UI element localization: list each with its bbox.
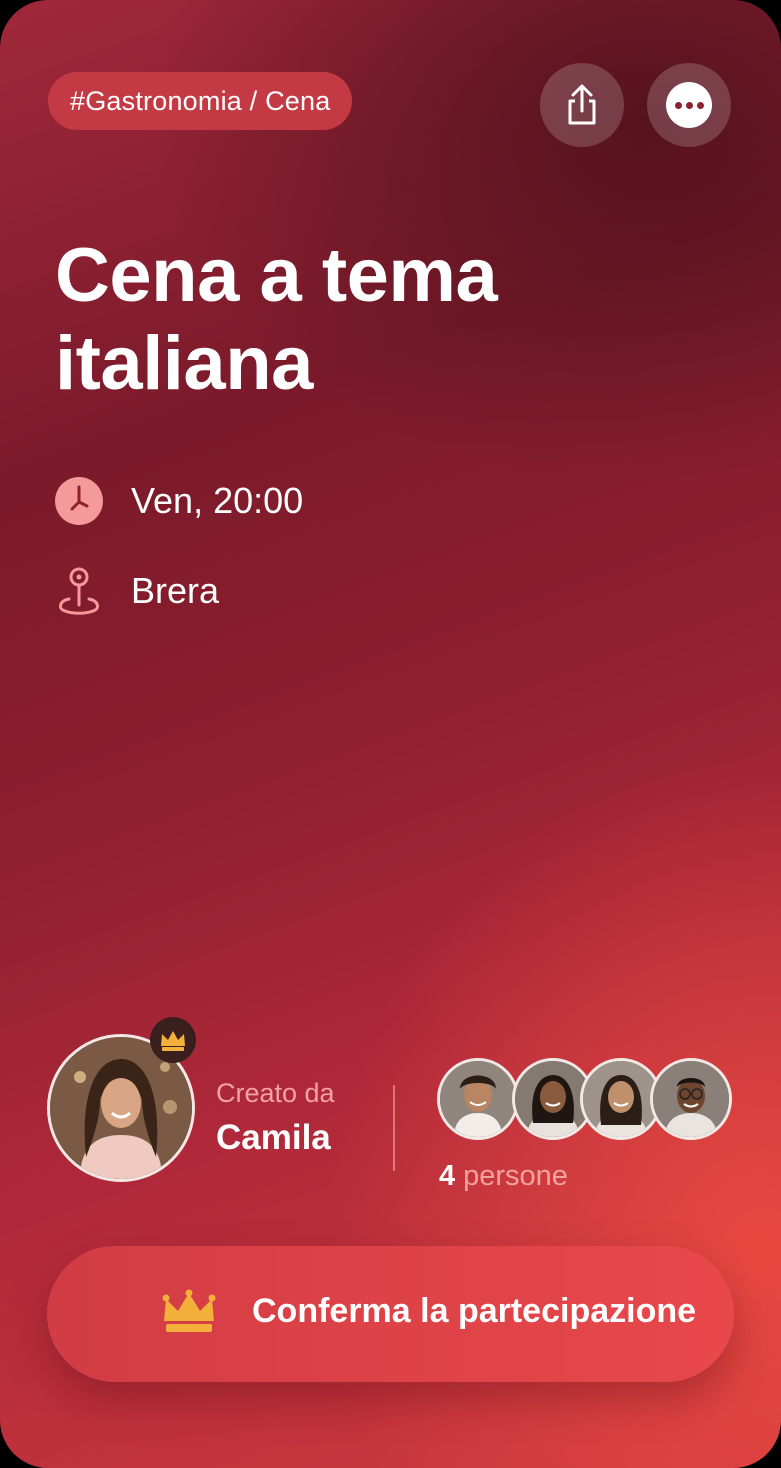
share-button[interactable] xyxy=(540,63,624,147)
category-tag[interactable]: #Gastronomia / Cena xyxy=(48,72,353,130)
attendee-count-number: 4 xyxy=(439,1160,456,1192)
crown-icon xyxy=(161,1031,185,1051)
confirm-participation-label: Conferma la partecipazione xyxy=(252,1292,697,1330)
more-options-button[interactable] xyxy=(647,63,731,147)
share-icon xyxy=(568,84,596,125)
creator-crown-badge xyxy=(150,1017,196,1063)
clock-icon xyxy=(55,477,103,525)
confirm-participation-button[interactable]: Conferma la partecipazione xyxy=(47,1246,734,1382)
event-time-row: Ven, 20:00 xyxy=(55,476,303,526)
created-by-label: Creato da xyxy=(216,1078,335,1108)
event-time: Ven, 20:00 xyxy=(131,480,304,521)
attendee-count-unit: persone xyxy=(463,1160,568,1192)
divider xyxy=(393,1085,395,1171)
creator-name[interactable]: Camila xyxy=(216,1118,331,1158)
event-location-row: Brera xyxy=(55,566,219,616)
location-pin-icon xyxy=(59,567,99,615)
event-location: Brera xyxy=(131,570,220,611)
attendee-count: 4 persone xyxy=(439,1160,568,1193)
event-title: Cena a tema italiana xyxy=(55,233,498,406)
attendee-avatar[interactable] xyxy=(650,1058,732,1140)
attendee-avatar[interactable] xyxy=(437,1058,519,1140)
more-options-icon xyxy=(666,82,712,128)
crown-icon xyxy=(162,1289,216,1332)
event-card: #Gastronomia / Cena Cena a tema italiana… xyxy=(0,0,781,1468)
